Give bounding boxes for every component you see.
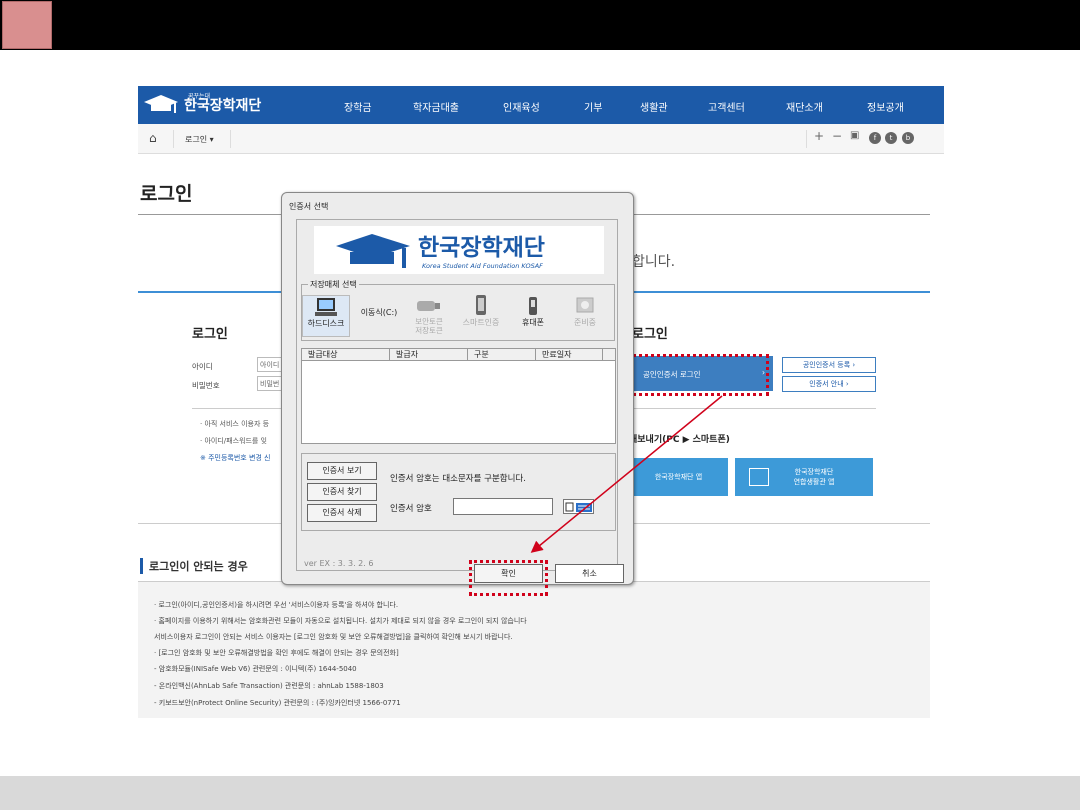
storage-legend: 저장매체 선택 xyxy=(308,279,359,290)
minus-icon[interactable]: − xyxy=(832,129,842,143)
storage-selector: 저장매체 선택 하드디스크 이동식(C:) 보안토큰 저장토큰 스마트인증 휴대… xyxy=(301,279,615,341)
computer-icon xyxy=(303,296,349,318)
password-note: 인증서 암호는 대소문자를 구분합니다. xyxy=(390,474,526,484)
login-note: · 아이디/패스워드를 잊 xyxy=(200,437,267,445)
breadcrumb-current[interactable]: 로그인 ▾ xyxy=(185,134,214,145)
nav-talent[interactable]: 인재육성 xyxy=(503,99,540,114)
device-smart-cert[interactable]: 스마트인증 xyxy=(457,295,505,328)
divider xyxy=(806,130,807,148)
graduation-cap-icon xyxy=(336,234,410,268)
slide-accent-square xyxy=(2,1,52,49)
device-label: 휴대폰 xyxy=(521,318,545,327)
column-header[interactable]: 발급자 xyxy=(390,349,468,360)
building-icon xyxy=(749,468,769,486)
divider xyxy=(173,130,174,148)
find-certificate-button[interactable]: 인증서 찾기 xyxy=(307,483,377,501)
nav-student-loan[interactable]: 학자금대출 xyxy=(413,99,459,114)
kosaf-app-button[interactable]: 한국장학재단 앱 xyxy=(629,458,728,496)
dialog-body: 한국장학재단 Korea Student Aid Foundation KOSA… xyxy=(296,219,624,596)
facebook-icon[interactable]: f xyxy=(869,132,881,144)
faq-line: · 로그인(아이디,공인인증서)을 하시려면 우선 '서비스이용자 등록'을 하… xyxy=(154,601,399,609)
twitter-icon[interactable]: t xyxy=(885,132,897,144)
highlight-box xyxy=(469,560,548,596)
view-certificate-button[interactable]: 인증서 보기 xyxy=(307,462,377,480)
highlight-box xyxy=(626,354,769,396)
device-preparing[interactable]: 준비중 xyxy=(561,295,609,328)
cert-guide-button[interactable]: 인증서 안내 › xyxy=(782,376,876,392)
banner-english-title: Korea Student Aid Foundation KOSAF xyxy=(422,262,543,270)
login-note: · 아직 서비스 이용자 등 xyxy=(200,420,270,428)
top-navigation: 꿈꾸는대 한국장학재단 장학금 학자금대출 인재육성 기부 생활관 고객센터 재… xyxy=(138,86,944,124)
cert-register-button[interactable]: 공인인증서 등록 › xyxy=(782,357,876,373)
device-label: 하드디스크 xyxy=(307,319,345,328)
virtual-keyboard-toggle[interactable] xyxy=(563,499,594,514)
mobile-phone-icon xyxy=(509,295,557,317)
device-mobile[interactable]: 휴대폰 xyxy=(509,295,557,328)
password-label: 비밀번호 xyxy=(192,381,220,390)
faq-line: · [로그인 암호화 및 보안 오류해결방법을 확인 후에도 해결이 안되는 경… xyxy=(154,649,399,657)
kosaf-banner: 한국장학재단 Korea Student Aid Foundation KOSA… xyxy=(314,226,604,274)
plus-icon[interactable]: + xyxy=(814,129,824,143)
app-button-line: 한국장학재단 xyxy=(794,468,834,476)
slide-top-bar xyxy=(0,0,1080,50)
nav-info[interactable]: 정보공개 xyxy=(867,99,904,114)
password-label: 인증서 암호 xyxy=(390,504,432,514)
kosaf-logo[interactable]: 꿈꾸는대 한국장학재단 xyxy=(142,91,261,119)
graduation-cap-icon xyxy=(144,95,178,113)
faq-line: · 홈페이지를 이용하기 위해서는 암호화관련 모듈이 자동으로 설치됩니다. … xyxy=(154,617,527,625)
blog-icon[interactable]: b xyxy=(902,132,914,144)
device-label: 스마트인증 xyxy=(462,318,500,327)
login-heading: 로그인 xyxy=(192,327,228,342)
faq-line: - 온라인백신(AhnLab Safe Transaction) 관련문의 : … xyxy=(154,682,384,690)
slide-bottom-bar xyxy=(0,776,1080,810)
login-note-link[interactable]: ※ 주민등록번호 변경 신 xyxy=(200,453,271,463)
nav-dormitory[interactable]: 생활관 xyxy=(640,99,668,114)
certificate-list-header: 발급대상 발급자 구분 만료일자 xyxy=(302,349,615,361)
version-label: ver EX : 3. 3. 2. 6 xyxy=(304,559,374,568)
nav-about[interactable]: 재단소개 xyxy=(786,99,823,114)
nav-customer-center[interactable]: 고객센터 xyxy=(708,99,745,114)
faq-line: - 암호화모듈(INISafe Web V6) 관련문의 : 이니텍(주) 16… xyxy=(154,665,357,673)
welcome-text: 합니다. xyxy=(632,254,676,270)
column-header[interactable]: 구분 xyxy=(468,349,536,360)
breadcrumb-bar: ⌂ 로그인 ▾ + − ▣ f t b xyxy=(138,124,944,154)
device-label: 이동식(C:) xyxy=(360,308,398,317)
faq-line: - 키보드보안(nProtect Online Security) 관련문의 :… xyxy=(154,699,401,707)
delete-certificate-button[interactable]: 인증서 삭제 xyxy=(307,504,377,522)
logo-slogan: 꿈꾸는대 xyxy=(188,93,211,100)
nav-scholarship[interactable]: 장학금 xyxy=(344,99,372,114)
faq-line: 서비스이용자 로그인이 안되는 서비스 이용자는 [로그인 암호화 및 보안 오… xyxy=(154,633,513,641)
device-label: 준비중 xyxy=(573,318,597,327)
page-title: 로그인 xyxy=(140,183,193,205)
print-icon[interactable]: ▣ xyxy=(850,130,859,141)
id-label: 아이디 xyxy=(192,362,213,371)
dialog-title: 인증서 선택 xyxy=(289,202,329,211)
cert-login-heading: 로그인 xyxy=(632,327,668,342)
device-harddisk[interactable]: 하드디스크 xyxy=(302,295,350,337)
nav-donation[interactable]: 기부 xyxy=(584,99,602,114)
faq-panel: · 로그인(아이디,공인인증서)을 하시려면 우선 '서비스이용자 등록'을 하… xyxy=(138,581,930,718)
column-header[interactable]: 발급대상 xyxy=(302,349,390,360)
smartphone-icon xyxy=(457,295,505,317)
device-security-token[interactable]: 보안토큰 저장토큰 xyxy=(405,295,453,335)
usb-token-icon xyxy=(405,295,453,317)
certificate-select-dialog: 인증서 선택 한국장학재단 Korea Student Aid Foundati… xyxy=(281,192,634,596)
home-icon[interactable]: ⌂ xyxy=(149,131,157,145)
cancel-button[interactable]: 취소 xyxy=(555,564,624,583)
app-export-heading: 내보내기(PC ▶ 스마트폰) xyxy=(629,435,730,445)
column-header[interactable]: 만료일자 xyxy=(536,349,603,360)
dormitory-app-button[interactable]: 한국장학재단 연합생활관 앱 xyxy=(735,458,873,496)
trouble-heading: 로그인이 안되는 경우 xyxy=(140,558,248,574)
certificate-list[interactable]: 발급대상 발급자 구분 만료일자 xyxy=(301,348,616,444)
certificate-password-input[interactable] xyxy=(453,498,553,515)
certificate-actions-panel: 인증서 보기 인증서 찾기 인증서 삭제 인증서 암호는 대소문자를 구분합니다… xyxy=(301,453,616,531)
device-label: 보안토큰 저장토큰 xyxy=(415,317,443,335)
disabled-device-icon xyxy=(561,295,609,317)
app-button-line: 연합생활관 앱 xyxy=(793,478,835,486)
banner-korean-title: 한국장학재단 xyxy=(418,235,545,261)
keyboard-icon xyxy=(565,502,592,512)
divider xyxy=(629,408,876,409)
device-removable[interactable]: 이동식(C:) xyxy=(354,307,404,318)
divider xyxy=(230,130,231,148)
